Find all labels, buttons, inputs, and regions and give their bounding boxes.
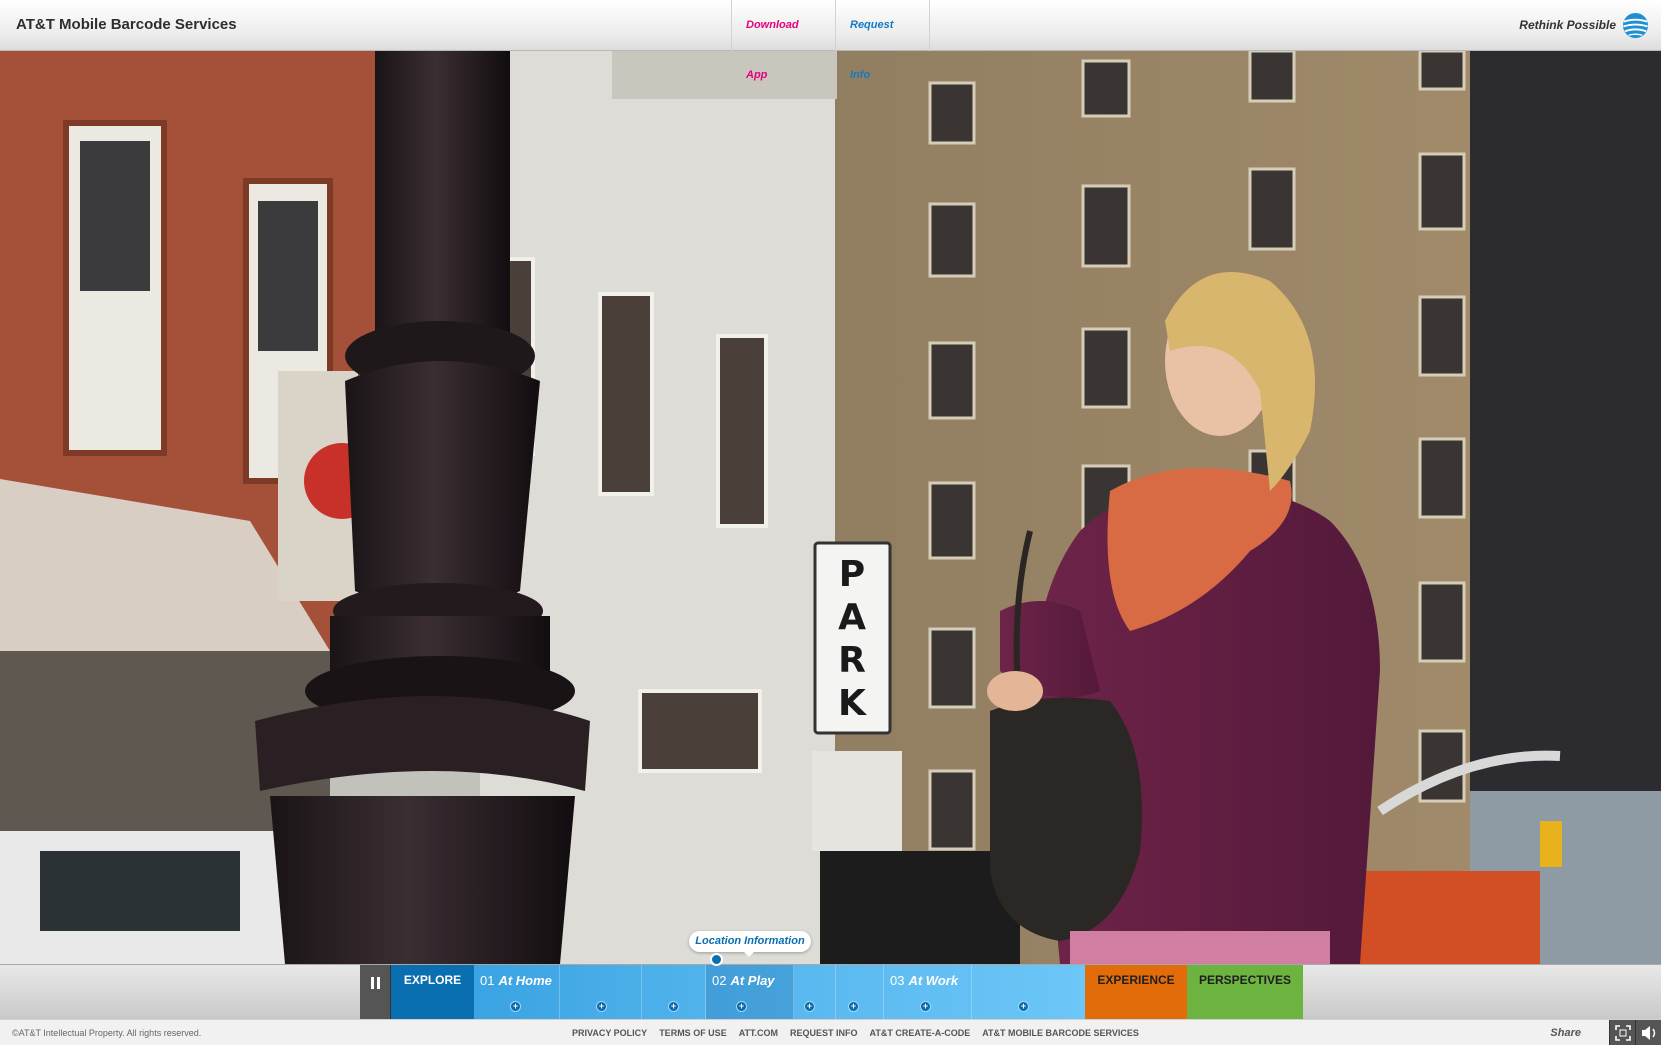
share-button[interactable]: Share: [1550, 1027, 1581, 1039]
segment-at-play-2[interactable]: +: [794, 965, 836, 1020]
speaker-icon: [1642, 1026, 1656, 1040]
chapter-dot[interactable]: +: [668, 1001, 679, 1012]
fullscreen-icon: [1615, 1025, 1631, 1041]
segment-title: At Home: [498, 973, 552, 988]
location-information-tooltip: Location Information: [689, 931, 811, 957]
chapter-dot[interactable]: +: [596, 1001, 607, 1012]
footer-link-request-info[interactable]: REQUEST INFO: [790, 1028, 858, 1038]
experience-button[interactable]: EXPERIENCE: [1085, 965, 1187, 1020]
header-bar: AT&T Mobile Barcode Services Download Ap…: [0, 0, 1661, 81]
dark-building: [1470, 51, 1661, 791]
segment-at-home-3[interactable]: +: [642, 965, 706, 1020]
pause-icon: [371, 977, 374, 989]
segment-label: 03 At Work: [890, 973, 958, 988]
pause-button[interactable]: [360, 965, 391, 1020]
park-sign-letter-a: A: [838, 597, 866, 638]
segment-title: At Play: [730, 973, 775, 988]
footer-link-terms-of-use[interactable]: TERMS OF USE: [659, 1028, 727, 1038]
park-sign-letter-k: K: [838, 683, 867, 724]
explore-button[interactable]: EXPLORE: [391, 965, 474, 1020]
tagline: Rethink Possible: [1519, 18, 1616, 32]
perspectives-button[interactable]: PERSPECTIVES: [1187, 965, 1303, 1020]
page: AT&T Mobile Barcode Services Download Ap…: [0, 0, 1661, 1045]
chapter-dot[interactable]: +: [736, 1001, 747, 1012]
footer-link-create-a-code[interactable]: AT&T CREATE-A-CODE: [870, 1028, 971, 1038]
pause-icon: [377, 977, 380, 989]
playhead-marker[interactable]: [710, 953, 723, 966]
segment-at-work[interactable]: 03 At Work +: [884, 965, 972, 1020]
segment-label: 02 At Play: [712, 973, 775, 988]
fullscreen-button[interactable]: [1609, 1020, 1635, 1045]
timeline-bar: EXPLORE 01 At Home + + + 02 At Play + + …: [0, 964, 1661, 1020]
sound-button[interactable]: [1635, 1020, 1661, 1045]
segment-at-play-3[interactable]: +: [836, 965, 884, 1020]
timeline-track[interactable]: 01 At Home + + + 02 At Play + + + 03 At …: [474, 965, 1085, 1020]
park-sign-letter-r: R: [838, 640, 866, 681]
park-sign: P A R K: [813, 541, 892, 735]
segment-number: 01: [480, 973, 495, 988]
segment-at-home-2[interactable]: +: [560, 965, 642, 1020]
chapter-dot[interactable]: +: [1018, 1001, 1029, 1012]
chapter-dot[interactable]: +: [510, 1001, 521, 1012]
brand-title[interactable]: AT&T Mobile Barcode Services: [16, 16, 237, 33]
att-globe-icon[interactable]: [1622, 12, 1649, 39]
chapter-dot[interactable]: +: [920, 1001, 931, 1012]
segment-label: 01 At Home: [480, 973, 552, 988]
request-info-link[interactable]: Request Info: [836, 0, 930, 81]
street-scene-illustration: P A R K: [0, 51, 1661, 964]
footer-link-privacy-policy[interactable]: PRIVACY POLICY: [572, 1028, 647, 1038]
footer-bar: ©AT&T Intellectual Property. All rights …: [0, 1019, 1661, 1045]
segment-at-play[interactable]: 02 At Play +: [706, 965, 794, 1020]
download-app-link[interactable]: Download App: [732, 0, 836, 81]
segment-number: 02: [712, 973, 727, 988]
segment-number: 03: [890, 973, 905, 988]
segment-title: At Work: [908, 973, 959, 988]
footer-link-mobile-barcode-services[interactable]: AT&T MOBILE BARCODE SERVICES: [982, 1028, 1139, 1038]
chapter-dot[interactable]: +: [848, 1001, 859, 1012]
header-nav: Download App Request Info: [731, 0, 930, 81]
park-sign-letter-p: P: [839, 554, 865, 595]
segment-at-work-2[interactable]: +: [972, 965, 1085, 1020]
footer-links: PRIVACY POLICY TERMS OF USE ATT.COM REQU…: [572, 1028, 1151, 1038]
copyright-text: ©AT&T Intellectual Property. All rights …: [12, 1028, 202, 1038]
video-scene[interactable]: P A R K: [0, 51, 1661, 964]
chapter-dot[interactable]: +: [804, 1001, 815, 1012]
segment-at-home[interactable]: 01 At Home +: [474, 965, 560, 1020]
footer-link-att-com[interactable]: ATT.COM: [739, 1028, 778, 1038]
